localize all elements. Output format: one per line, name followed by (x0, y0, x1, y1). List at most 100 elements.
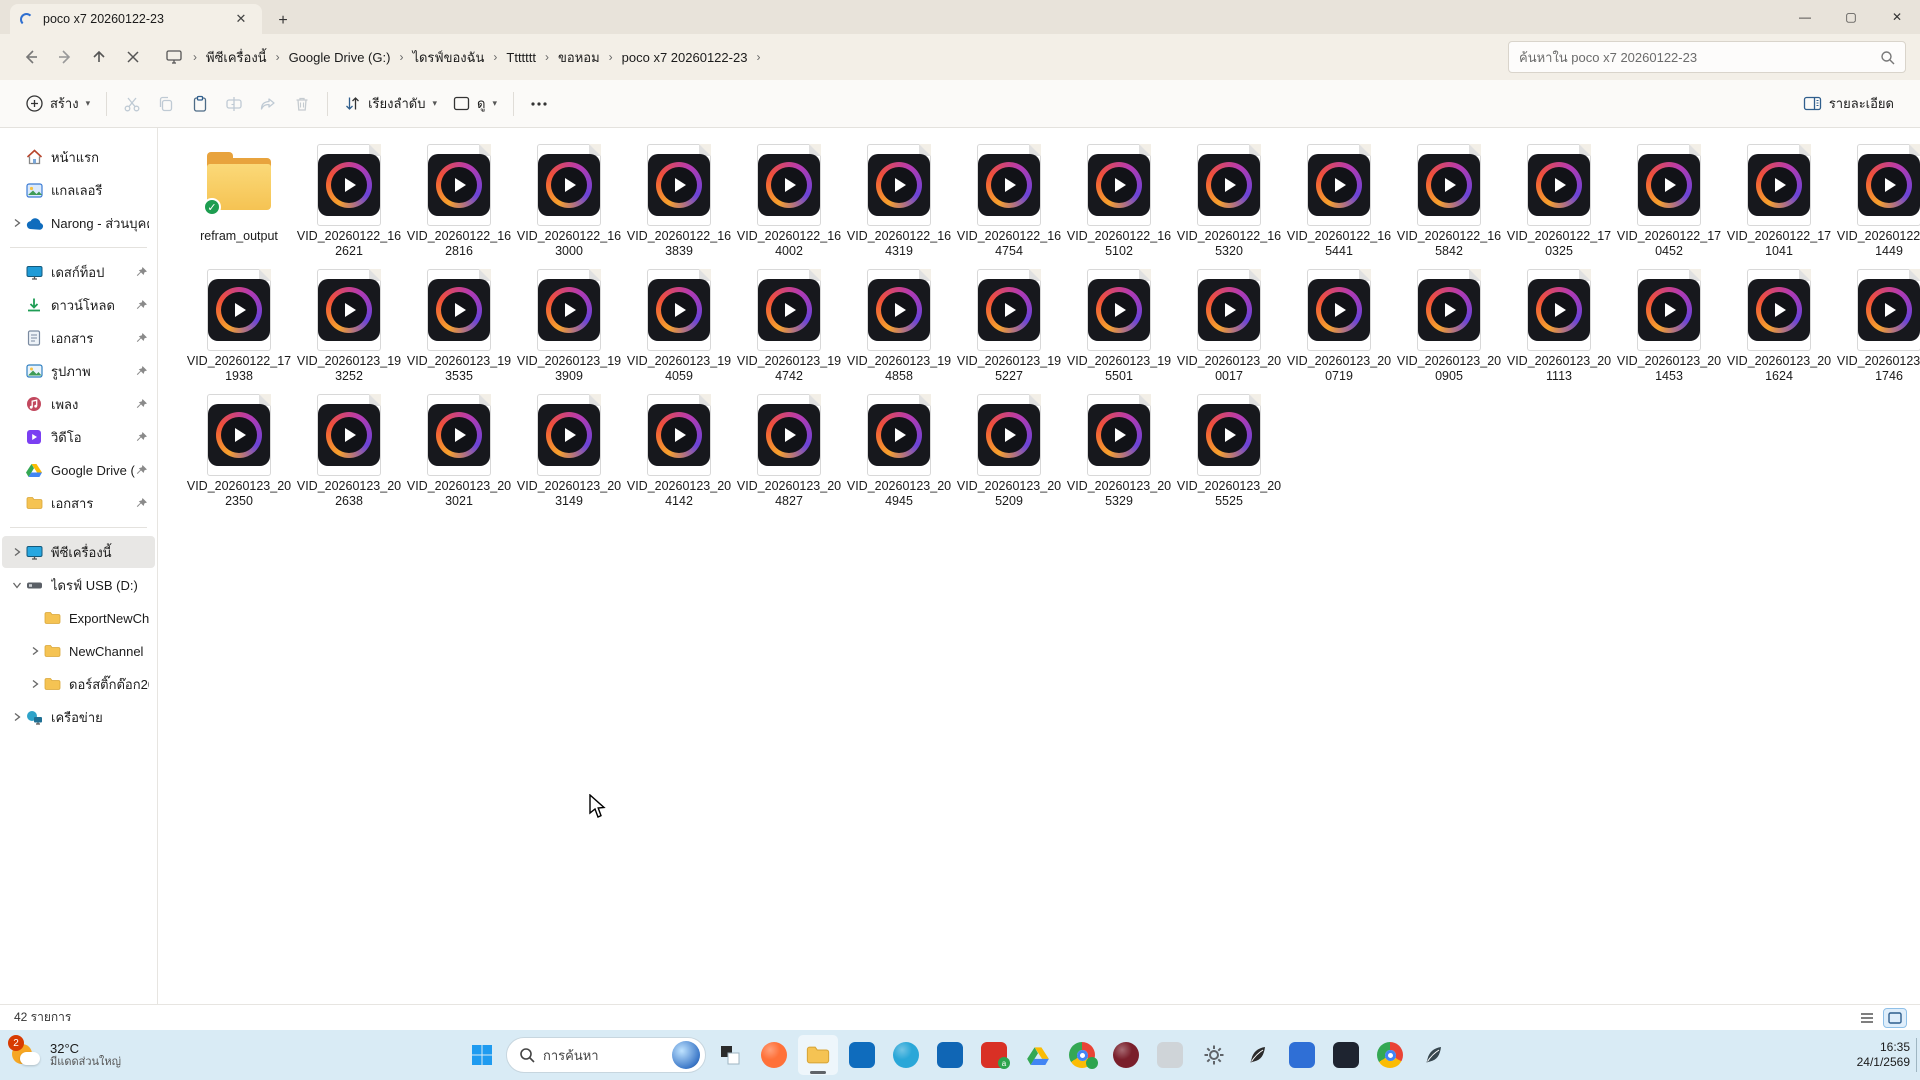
tab-close-icon[interactable]: ✕ (230, 8, 252, 30)
video-file-tile[interactable]: VID_20260123_194858 (844, 269, 954, 384)
video-file-tile[interactable]: VID_20260122_171041 (1724, 144, 1834, 259)
start-button[interactable] (462, 1035, 502, 1075)
video-file-tile[interactable]: VID_20260122_162621 (294, 144, 404, 259)
video-file-tile[interactable]: VID_20260123_193252 (294, 269, 404, 384)
sidebar-item[interactable]: เครือข่าย (2, 701, 155, 733)
taskbar-clock[interactable]: 16:35 24/1/2569 (1857, 1030, 1910, 1080)
details-pane-button[interactable]: รายละเอียด (1795, 87, 1902, 120)
video-file-tile[interactable]: VID_20260123_201624 (1724, 269, 1834, 384)
chevron-right-icon[interactable] (10, 712, 24, 722)
video-file-tile[interactable]: VID_20260123_202350 (184, 394, 294, 509)
video-file-tile[interactable]: VID_20260122_162816 (404, 144, 514, 259)
sidebar-item[interactable]: แกลเลอรี (2, 174, 155, 206)
breadcrumb-separator[interactable]: › (754, 50, 762, 64)
sidebar-item[interactable]: ดาวน์โหลด (2, 289, 155, 321)
forward-button[interactable] (48, 41, 82, 73)
sidebar-item[interactable]: ExportNewChanel (2, 602, 155, 634)
dark-app-taskbar-button[interactable] (1326, 1035, 1366, 1075)
chevron-right-icon[interactable] (28, 679, 42, 689)
new-button[interactable]: สร้าง ▾ (18, 87, 98, 120)
video-file-tile[interactable]: VID_20260123_193909 (514, 269, 624, 384)
explorer-tab[interactable]: poco x7 20260122-23 ✕ (10, 4, 262, 34)
video-file-tile[interactable]: VID_20260123_194742 (734, 269, 844, 384)
task-view-button[interactable] (710, 1035, 750, 1075)
sidebar-item[interactable]: เพลง (2, 388, 155, 420)
maximize-button[interactable]: ▢ (1828, 0, 1874, 34)
breadcrumb-segment[interactable]: พีซีเครื่องนี้ (199, 42, 274, 73)
back-button[interactable] (14, 41, 48, 73)
video-file-tile[interactable]: VID_20260123_200905 (1394, 269, 1504, 384)
google-drive-taskbar-button[interactable] (1018, 1035, 1058, 1075)
video-file-tile[interactable]: VID_20260122_165320 (1174, 144, 1284, 259)
sidebar-item[interactable]: เอกสาร (2, 322, 155, 354)
video-file-tile[interactable]: VID_20260123_201453 (1614, 269, 1724, 384)
stop-refresh-button[interactable] (116, 41, 150, 73)
microsoft-store-taskbar-button[interactable] (842, 1035, 882, 1075)
video-file-tile[interactable]: VID_20260122_164002 (734, 144, 844, 259)
show-desktop-button[interactable] (1916, 1038, 1920, 1072)
sidebar-item[interactable]: เดสก์ท็อป (2, 256, 155, 288)
file-grid-area[interactable]: ✓refram_outputVID_20260122_162621VID_202… (158, 128, 1920, 1004)
paste-button[interactable] (183, 89, 217, 119)
quill-taskbar-button[interactable] (1238, 1035, 1278, 1075)
file-explorer-taskbar-button[interactable] (798, 1035, 838, 1075)
feather-taskbar-button[interactable] (1414, 1035, 1454, 1075)
video-file-tile[interactable]: VID_20260122_171449 (1834, 144, 1920, 259)
sidebar-item[interactable]: ดอร์สติ๊กต๊อก2026 (2, 668, 155, 700)
video-file-tile[interactable]: VID_20260123_194059 (624, 269, 734, 384)
video-file-tile[interactable]: VID_20260122_164754 (954, 144, 1064, 259)
up-button[interactable] (82, 41, 116, 73)
sidebar-item[interactable]: Narong - ส่วนบุคคล (2, 207, 155, 239)
blue-app-taskbar-button[interactable] (1282, 1035, 1322, 1075)
sidebar-item[interactable]: รูปภาพ (2, 355, 155, 387)
outlook-taskbar-button[interactable] (930, 1035, 970, 1075)
red-app-taskbar-button[interactable]: a (974, 1035, 1014, 1075)
folder-tile[interactable]: ✓refram_output (184, 144, 294, 259)
video-file-tile[interactable]: VID_20260123_204945 (844, 394, 954, 509)
large-icons-view-toggle-icon[interactable] (1884, 1009, 1906, 1027)
cut-button[interactable] (115, 89, 149, 119)
video-file-tile[interactable]: VID_20260122_163839 (624, 144, 734, 259)
copy-button[interactable] (149, 89, 183, 119)
breadcrumb-segment[interactable]: ไดรฟ์ของฉัน (405, 42, 491, 73)
explorer-search-input[interactable]: ค้นหาใน poco x7 20260122-23 (1508, 41, 1906, 73)
video-file-tile[interactable]: VID_20260122_163000 (514, 144, 624, 259)
chevron-right-icon[interactable] (28, 646, 42, 656)
breadcrumb-segment[interactable]: Google Drive (G:) (282, 45, 398, 70)
video-file-tile[interactable]: VID_20260123_193535 (404, 269, 514, 384)
view-button[interactable]: ดู ▾ (445, 87, 505, 120)
video-file-tile[interactable]: VID_20260123_204827 (734, 394, 844, 509)
video-file-tile[interactable]: VID_20260123_203149 (514, 394, 624, 509)
video-file-tile[interactable]: VID_20260123_205329 (1064, 394, 1174, 509)
colorful-app-taskbar-button[interactable] (1370, 1035, 1410, 1075)
video-file-tile[interactable]: VID_20260123_203021 (404, 394, 514, 509)
share-button[interactable] (251, 89, 285, 119)
minimize-button[interactable]: — (1782, 0, 1828, 34)
breadcrumb-segment[interactable]: ขอหอม (551, 42, 607, 73)
gray-app-taskbar-button[interactable] (1150, 1035, 1190, 1075)
chevron-down-icon[interactable] (10, 580, 24, 590)
video-file-tile[interactable]: VID_20260123_200017 (1174, 269, 1284, 384)
weather-widget[interactable]: 2 32°C มีแดดส่วนใหญ่ (0, 1030, 133, 1080)
video-file-tile[interactable]: VID_20260123_204142 (624, 394, 734, 509)
delete-button[interactable] (285, 89, 319, 119)
settings-gear-taskbar-button[interactable] (1194, 1035, 1234, 1075)
video-file-tile[interactable]: VID_20260123_195501 (1064, 269, 1174, 384)
video-file-tile[interactable]: VID_20260123_201746 (1834, 269, 1920, 384)
video-file-tile[interactable]: VID_20260123_195227 (954, 269, 1064, 384)
sidebar-item[interactable]: ไดรฟ์ USB (D:) (2, 569, 155, 601)
sidebar-item[interactable]: วิดีโอ (2, 421, 155, 453)
video-file-tile[interactable]: VID_20260122_171938 (184, 269, 294, 384)
chevron-right-icon[interactable] (10, 218, 24, 228)
video-file-tile[interactable]: VID_20260122_164319 (844, 144, 954, 259)
sort-button[interactable]: เรียงลำดับ ▾ (336, 87, 445, 120)
video-file-tile[interactable]: VID_20260122_165102 (1064, 144, 1174, 259)
taskbar-search-input[interactable]: การค้นหา (506, 1037, 706, 1073)
video-file-tile[interactable]: VID_20260123_201113 (1504, 269, 1614, 384)
edge-taskbar-button[interactable] (886, 1035, 926, 1075)
sidebar-item[interactable]: หน้าแรก (2, 141, 155, 173)
close-button[interactable]: ✕ (1874, 0, 1920, 34)
firefox-taskbar-button[interactable] (754, 1035, 794, 1075)
video-file-tile[interactable]: VID_20260123_200719 (1284, 269, 1394, 384)
breadcrumb-segment[interactable]: poco x7 20260122-23 (615, 45, 755, 70)
